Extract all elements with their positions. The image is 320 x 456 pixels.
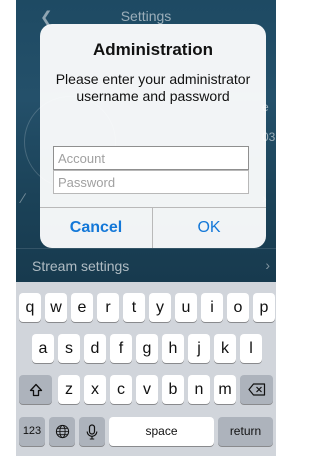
login-alert-dialog: Administration Please enter your adminis…	[40, 24, 266, 248]
key-f[interactable]: f	[110, 334, 132, 363]
keyboard: q w e r t y u i o p a s d f g h j k l z …	[16, 282, 276, 456]
stream-settings-label: Stream settings	[32, 258, 130, 274]
key-d[interactable]: d	[84, 334, 106, 363]
key-b[interactable]: b	[162, 375, 184, 404]
globe-key[interactable]	[49, 417, 75, 446]
key-x[interactable]: x	[84, 375, 106, 404]
backspace-icon	[247, 381, 266, 398]
key-c[interactable]: c	[110, 375, 132, 404]
return-key[interactable]: return	[218, 417, 273, 446]
key-z[interactable]: z	[58, 375, 80, 404]
key-l[interactable]: l	[240, 334, 262, 363]
key-o[interactable]: o	[227, 293, 249, 322]
delete-key[interactable]	[240, 375, 273, 404]
key-q[interactable]: q	[19, 293, 41, 322]
key-p[interactable]: p	[253, 293, 275, 322]
key-a[interactable]: a	[32, 334, 54, 363]
shift-key[interactable]	[19, 375, 52, 404]
key-h[interactable]: h	[162, 334, 184, 363]
key-s[interactable]: s	[58, 334, 80, 363]
key-u[interactable]: u	[175, 293, 197, 322]
numbers-key[interactable]: 123	[19, 417, 45, 446]
stream-settings-row[interactable]: Stream settings ›	[16, 248, 276, 283]
key-n[interactable]: n	[188, 375, 210, 404]
account-field[interactable]	[53, 146, 249, 170]
chevron-right-icon: ›	[265, 257, 270, 273]
ok-button[interactable]: OK	[153, 208, 265, 248]
key-e[interactable]: e	[71, 293, 93, 322]
nav-title: Settings	[120, 8, 172, 24]
cancel-button[interactable]: Cancel	[40, 208, 152, 248]
microphone-icon	[86, 423, 98, 440]
dictation-key[interactable]	[79, 417, 105, 446]
key-i[interactable]: i	[201, 293, 223, 322]
key-j[interactable]: j	[188, 334, 210, 363]
space-key[interactable]: space	[109, 417, 214, 446]
key-m[interactable]: m	[214, 375, 236, 404]
key-w[interactable]: w	[45, 293, 67, 322]
alert-message: Please enter your administrator username…	[55, 71, 251, 104]
password-field[interactable]	[53, 170, 249, 194]
key-v[interactable]: v	[136, 375, 158, 404]
alert-title: Administration	[93, 40, 213, 59]
shift-icon	[29, 381, 43, 398]
globe-icon	[55, 423, 70, 440]
slash-icon: ∕	[22, 190, 25, 206]
phone-screen: ❮ Settings e 03 ∕ › Stream settings › Ad…	[16, 0, 276, 456]
key-k[interactable]: k	[214, 334, 236, 363]
key-t[interactable]: t	[123, 293, 145, 322]
key-y[interactable]: y	[149, 293, 171, 322]
key-r[interactable]: r	[97, 293, 119, 322]
key-g[interactable]: g	[136, 334, 158, 363]
